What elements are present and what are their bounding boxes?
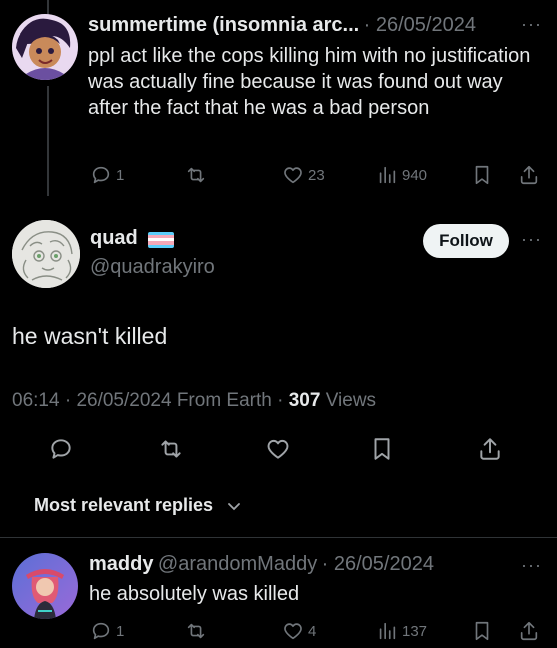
avatar-maddy-image <box>12 553 78 619</box>
divider <box>0 537 557 538</box>
like-icon <box>284 623 302 640</box>
tweet1-reply-button[interactable]: 1 <box>90 164 124 186</box>
thread-connector <box>47 86 49 196</box>
tweet1-view-count: 940 <box>402 166 428 184</box>
reply1-views-button[interactable]: 137 <box>376 620 427 642</box>
tweet1-reply-count: 1 <box>116 166 125 184</box>
main-views-label: Views <box>325 390 377 411</box>
main-author[interactable]: quad <box>90 227 138 249</box>
reply-icon <box>51 439 71 459</box>
reply1-text: he absolutely was killed <box>89 583 300 605</box>
sort-label: Most relevant replies <box>34 495 214 515</box>
views-icon <box>379 622 396 640</box>
main-meta-sep1: · <box>64 390 77 411</box>
tweet1-like-button[interactable]: 23 <box>282 164 325 186</box>
tweet1-retweet-button[interactable] <box>185 164 207 186</box>
thread-connector-top <box>47 0 49 14</box>
reply1-author[interactable]: maddy <box>89 553 153 575</box>
avatar-quad[interactable] <box>12 220 80 288</box>
reply1-separator: · <box>321 553 334 575</box>
retweet-icon <box>161 440 181 458</box>
main-meta-sep2: · <box>277 390 289 411</box>
avatar-summertime[interactable] <box>12 14 78 80</box>
main-bookmark-button[interactable] <box>369 436 395 462</box>
avatar-maddy[interactable] <box>12 553 78 619</box>
main-date[interactable]: 26/05/2024 <box>76 390 171 411</box>
avatar-quad-image <box>12 220 80 288</box>
reply-icon <box>92 166 110 184</box>
trans-flag-emoji <box>148 231 175 248</box>
tweet1-author[interactable]: summertime (insomnia arc... <box>88 14 359 36</box>
tweet1-header: summertime (insomnia arc... · 26/05/2024 <box>88 14 476 37</box>
main-author-row: quad <box>90 227 175 250</box>
views-icon <box>379 166 396 184</box>
retweet-icon <box>187 623 205 639</box>
like-icon <box>267 439 289 459</box>
reply1-reply-button[interactable]: 1 <box>90 620 124 642</box>
main-time[interactable]: 06:14 <box>12 390 60 411</box>
follow-button[interactable]: Follow <box>423 224 509 258</box>
main-share-button[interactable] <box>477 436 503 462</box>
share-icon <box>520 165 538 185</box>
reply-icon <box>92 622 110 640</box>
tweet1-like-count: 23 <box>308 166 325 184</box>
sort-replies-dropdown[interactable]: Most relevant replies <box>34 495 241 516</box>
share-icon <box>480 438 500 460</box>
reply1-view-count: 137 <box>402 622 428 640</box>
main-like-button[interactable] <box>265 436 291 462</box>
retweet-icon <box>187 167 205 183</box>
main-tweet-text: he wasn't killed <box>12 323 168 349</box>
main-reply-button[interactable] <box>48 436 74 462</box>
tweet1-more-icon[interactable]: ··· <box>521 14 542 35</box>
bookmark-icon <box>475 621 489 641</box>
reply1-retweet-button[interactable] <box>185 620 207 642</box>
bookmark-icon <box>475 165 489 185</box>
tweet1-date[interactable]: 26/05/2024 <box>376 14 476 36</box>
main-more-icon[interactable]: ··· <box>521 229 542 250</box>
like-icon <box>284 167 302 184</box>
main-retweet-button[interactable] <box>158 436 184 462</box>
share-icon <box>520 621 538 641</box>
avatar-summertime-image <box>12 14 78 80</box>
reply1-header: maddy @arandomMaddy · 26/05/2024 <box>89 553 434 576</box>
reply1-more-icon[interactable]: ··· <box>521 555 542 576</box>
main-meta-row: 06:14 · 26/05/2024 From Earth · 307 View… <box>12 390 376 412</box>
bookmark-icon <box>374 438 390 460</box>
tweet1-share-button[interactable] <box>518 164 540 186</box>
main-handle[interactable]: @quadrakyiro <box>90 256 215 279</box>
reply1-handle[interactable]: @arandomMaddy <box>158 553 317 575</box>
main-views-count: 307 <box>288 390 321 411</box>
chevron-down-icon <box>228 502 240 510</box>
tweet1-text: ppl act like the cops killing him with n… <box>88 45 531 119</box>
reply1-reply-count: 1 <box>116 622 125 640</box>
reply1-share-button[interactable] <box>518 620 540 642</box>
tweet1-separator: · <box>363 14 376 36</box>
reply1-bookmark-button[interactable] <box>471 620 493 642</box>
reply1-like-button[interactable]: 4 <box>282 620 316 642</box>
tweet1-bookmark-button[interactable] <box>471 164 493 186</box>
reply1-date[interactable]: 26/05/2024 <box>334 553 434 575</box>
tweet1-views-button[interactable]: 940 <box>376 164 427 186</box>
reply1-like-count: 4 <box>308 622 317 640</box>
main-from: From Earth <box>176 390 272 411</box>
